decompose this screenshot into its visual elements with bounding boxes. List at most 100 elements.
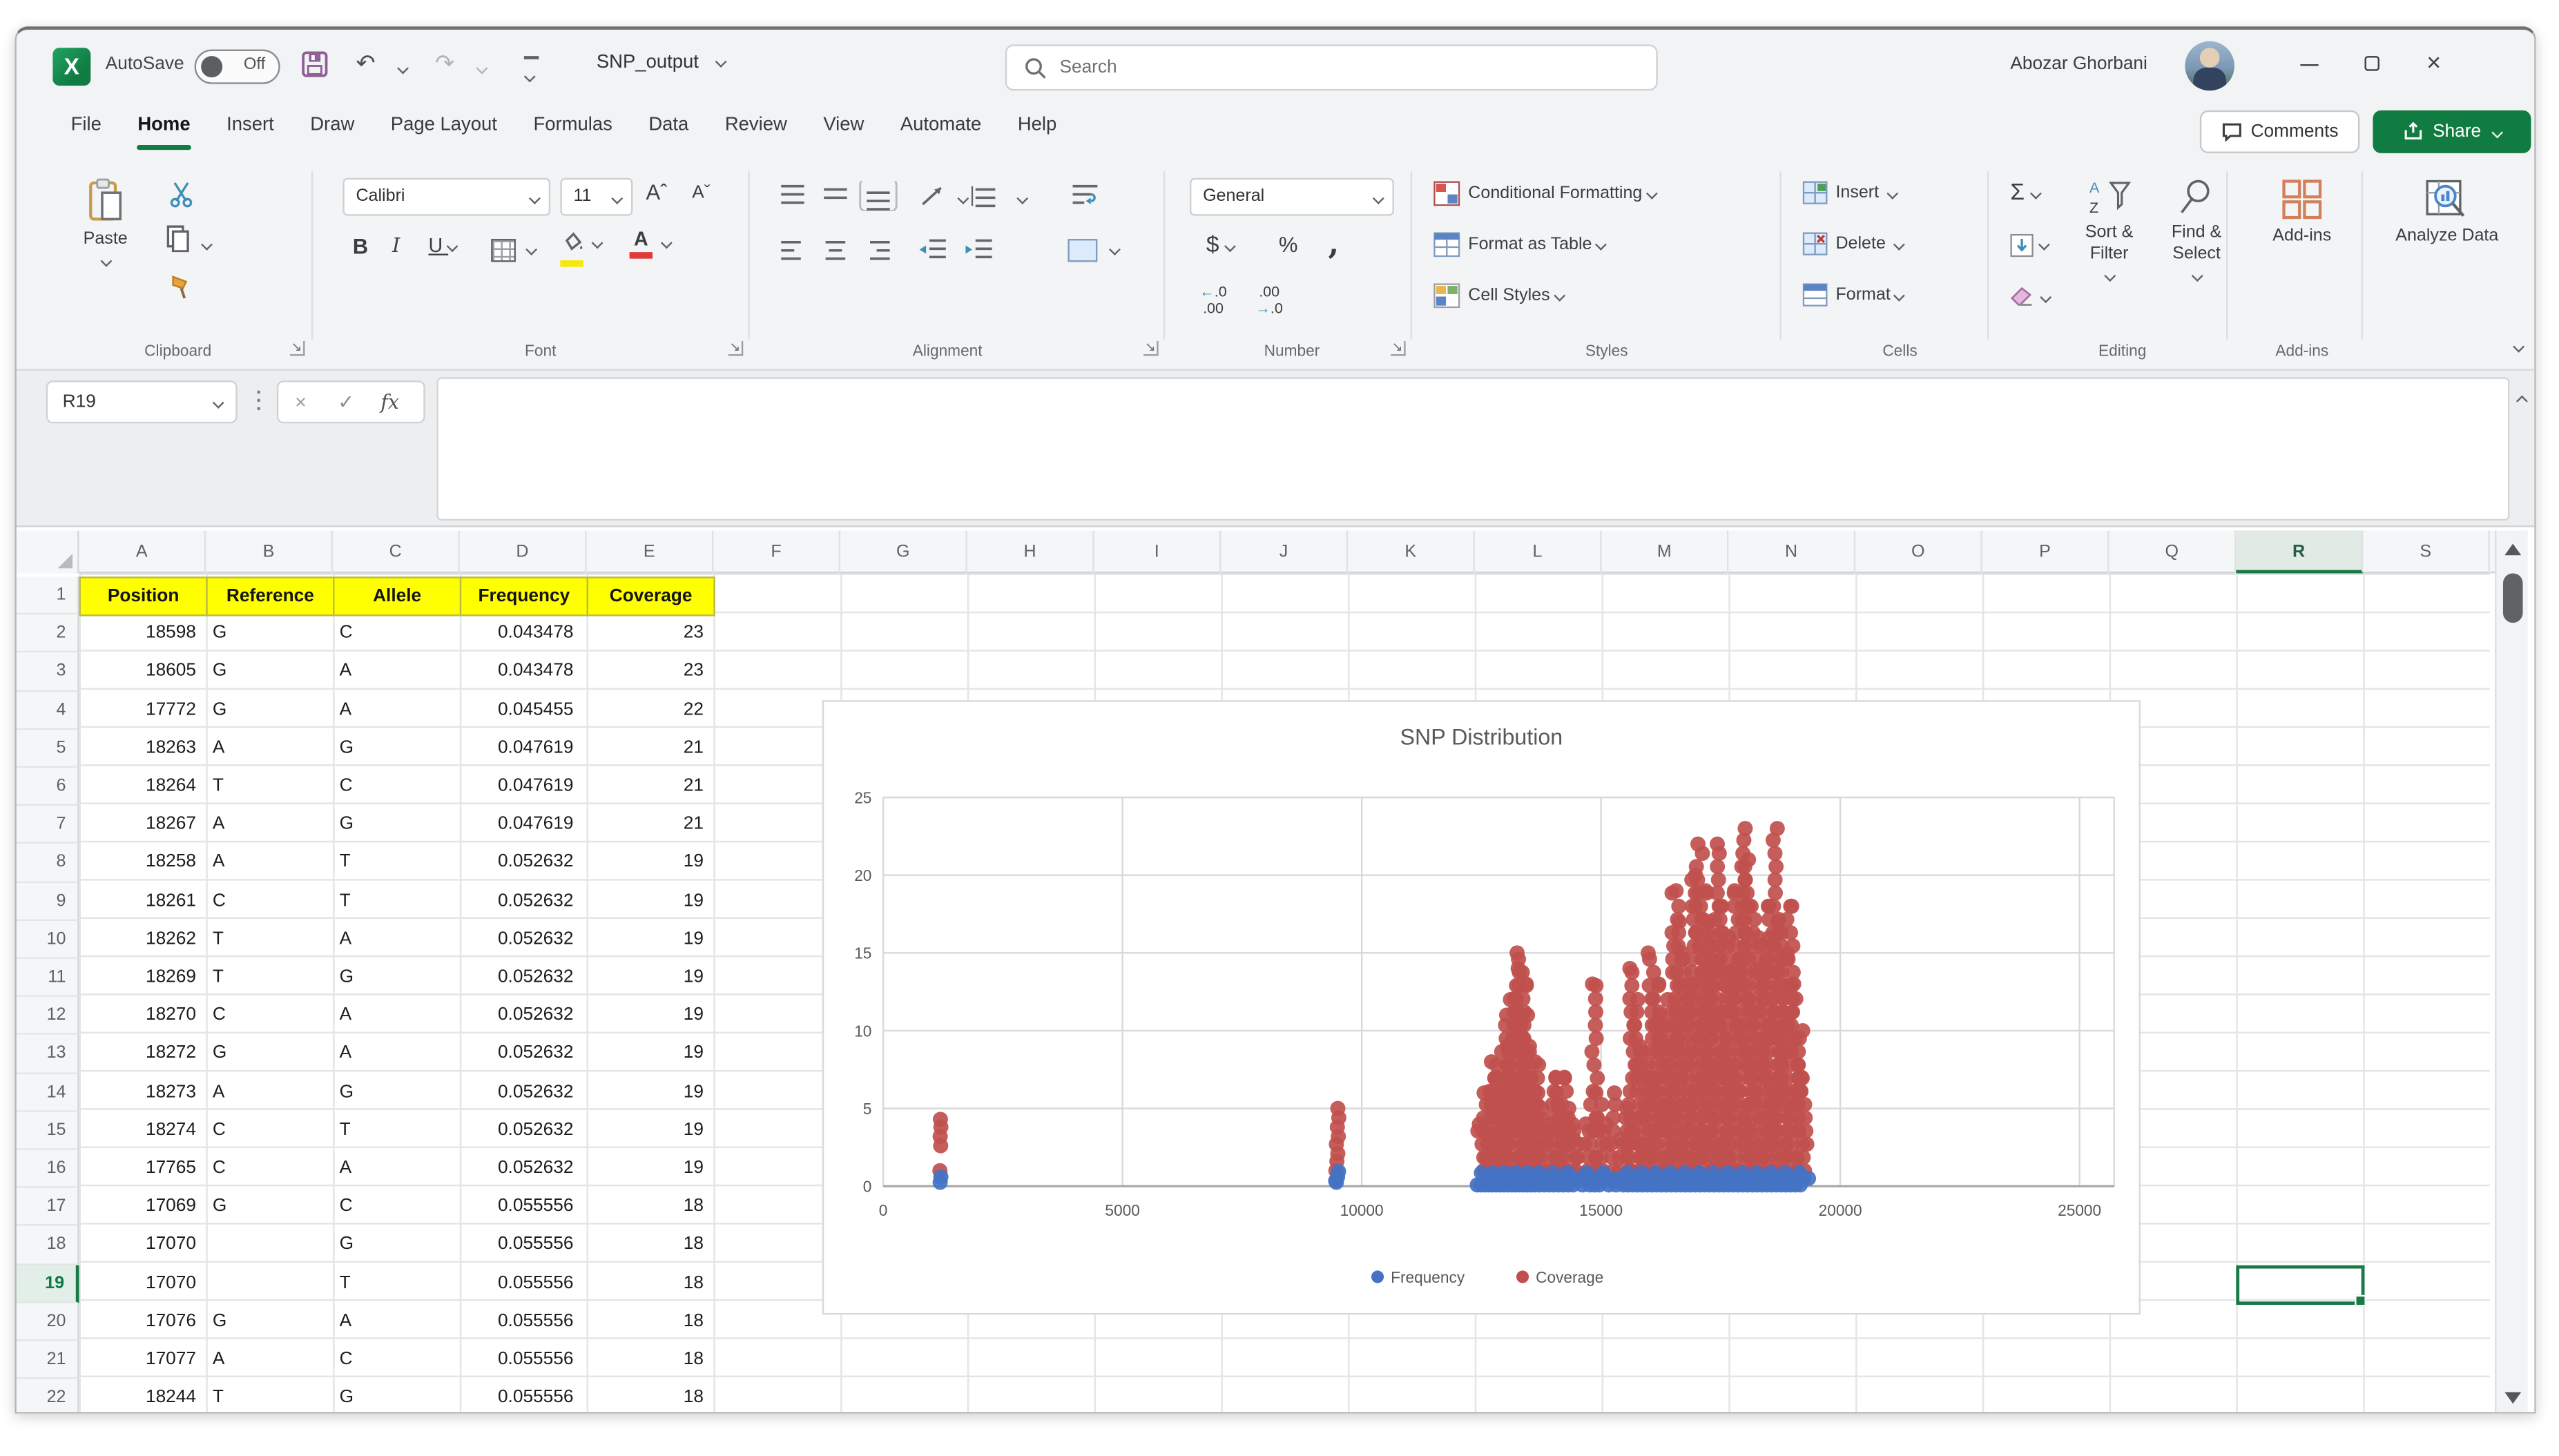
format-painter-button[interactable] (168, 273, 194, 311)
column-header-M[interactable]: M (1602, 530, 1729, 573)
data-cell[interactable]: G (333, 730, 460, 768)
italic-button[interactable]: I (392, 234, 400, 257)
column-header-D[interactable]: D (460, 530, 587, 573)
data-cell[interactable]: 0.045455 (460, 691, 587, 729)
data-cell[interactable]: 0.052632 (460, 882, 587, 920)
data-cell[interactable]: 0.055556 (460, 1226, 587, 1264)
column-header-H[interactable]: H (967, 530, 1094, 573)
fill-color-button[interactable] (560, 229, 585, 266)
row-header-19[interactable]: 19 (17, 1265, 79, 1303)
header-cell-position[interactable]: Position (79, 576, 208, 617)
data-cell[interactable]: 0.047619 (460, 806, 587, 844)
column-header-A[interactable]: A (79, 530, 206, 573)
data-cell[interactable]: 21 (587, 768, 714, 806)
excel-app-icon[interactable]: X (52, 48, 90, 86)
data-cell[interactable]: C (333, 615, 460, 653)
data-cell[interactable]: C (333, 1341, 460, 1379)
cancel-entry-icon[interactable]: × (295, 382, 307, 422)
decrease-decimal-button[interactable]: .00→.0 (1255, 283, 1282, 316)
header-cell-allele[interactable]: Allele (333, 576, 461, 617)
collapse-formula-bar-icon[interactable] (2516, 396, 2528, 407)
row-header-5[interactable]: 5 (17, 730, 79, 768)
font-dialog-launcher[interactable]: ↘ (728, 341, 743, 356)
data-cell[interactable]: 19 (587, 1150, 714, 1188)
tab-page-layout[interactable]: Page Layout (373, 106, 516, 155)
row-header-12[interactable]: 12 (17, 997, 79, 1035)
bold-button[interactable]: B (353, 234, 368, 259)
data-cell[interactable]: T (333, 882, 460, 920)
data-cell[interactable]: 18270 (79, 997, 206, 1035)
undo-button[interactable]: ↶ (356, 50, 375, 78)
data-cell[interactable]: C (206, 1112, 333, 1149)
data-cell[interactable]: 19 (587, 1112, 714, 1149)
column-header-F[interactable]: F (713, 530, 840, 573)
data-cell[interactable]: 18269 (79, 959, 206, 997)
data-cell[interactable]: 18605 (79, 653, 206, 691)
share-button[interactable]: Share (2373, 110, 2531, 153)
vertical-align-icons[interactable] (781, 182, 1012, 211)
data-cell[interactable]: G (206, 1303, 333, 1341)
column-header-R[interactable]: R (2236, 530, 2363, 573)
addins-button[interactable]: Add-ins (2244, 178, 2359, 246)
font-name-select[interactable]: Calibri (342, 178, 550, 216)
data-cell[interactable]: 0.052632 (460, 1036, 587, 1074)
data-cell[interactable]: C (333, 1188, 460, 1226)
active-cell-R19[interactable] (2236, 1265, 2364, 1305)
column-header-Q[interactable]: Q (2109, 530, 2237, 573)
data-cell[interactable]: G (206, 691, 333, 729)
redo-button[interactable]: ↷ (435, 50, 454, 78)
data-cell[interactable]: A (333, 1036, 460, 1074)
cell-styles-button[interactable]: Cell Styles (1433, 283, 1563, 308)
data-cell[interactable]: A (206, 1074, 333, 1112)
column-header-L[interactable]: L (1475, 530, 1602, 573)
autosum-button[interactable]: Σ (2010, 178, 2039, 204)
data-cell[interactable]: A (333, 691, 460, 729)
data-cell[interactable]: C (206, 1150, 333, 1188)
column-header-P[interactable]: P (1982, 530, 2109, 573)
column-header-E[interactable]: E (587, 530, 714, 573)
data-cell[interactable]: 18 (587, 1188, 714, 1226)
data-cell[interactable]: 17069 (79, 1188, 206, 1226)
fill-button[interactable] (2010, 231, 2049, 260)
find-select-button[interactable]: Find & Select (2155, 178, 2237, 286)
close-button[interactable]: × (2413, 46, 2455, 86)
data-cell[interactable]: T (333, 844, 460, 882)
data-cell[interactable]: G (333, 1226, 460, 1264)
data-cell[interactable]: 19 (587, 1036, 714, 1074)
row-header-15[interactable]: 15 (17, 1112, 79, 1149)
data-cell[interactable]: A (333, 1150, 460, 1188)
row-header-9[interactable]: 9 (17, 882, 79, 920)
tab-insert[interactable]: Insert (209, 106, 292, 155)
row-header-2[interactable]: 2 (17, 615, 79, 653)
data-cell[interactable]: 0.052632 (460, 1112, 587, 1149)
data-cell[interactable]: 0.055556 (460, 1303, 587, 1341)
increase-decimal-button[interactable]: ←.0.00 (1199, 283, 1226, 316)
tab-formulas[interactable]: Formulas (515, 106, 630, 155)
workbook-name[interactable]: SNP_output (597, 52, 726, 72)
insert-cells-button[interactable]: Insert (1803, 182, 1897, 204)
data-cell[interactable]: 18 (587, 1265, 714, 1303)
data-cell[interactable]: 0.043478 (460, 615, 587, 653)
column-header-N[interactable]: N (1728, 530, 1855, 573)
data-cell[interactable]: 17077 (79, 1341, 206, 1379)
data-cell[interactable]: G (206, 1188, 333, 1226)
user-name[interactable]: Abozar Ghorbani (2010, 55, 2147, 75)
conditional-formatting-button[interactable]: Conditional Formatting (1433, 182, 1655, 206)
data-cell[interactable]: 19 (587, 959, 714, 997)
row-header-17[interactable]: 17 (17, 1188, 79, 1226)
row-header-6[interactable]: 6 (17, 768, 79, 806)
data-cell[interactable]: 17076 (79, 1303, 206, 1341)
data-cell[interactable]: A (206, 1341, 333, 1379)
search-input[interactable]: Search (1005, 44, 1658, 90)
merge-center-button[interactable] (1068, 235, 1119, 265)
percent-button[interactable]: % (1279, 232, 1298, 257)
data-cell[interactable]: T (333, 1112, 460, 1149)
clipboard-dialog-launcher[interactable]: ↘ (290, 341, 305, 356)
data-cell[interactable]: 0.052632 (460, 1150, 587, 1188)
format-as-table-button[interactable]: Format as Table (1433, 232, 1605, 257)
data-cell[interactable]: A (206, 806, 333, 844)
clear-button[interactable] (2010, 283, 2050, 313)
column-header-C[interactable]: C (333, 530, 460, 573)
tab-review[interactable]: Review (707, 106, 806, 155)
data-cell[interactable]: 18262 (79, 921, 206, 959)
